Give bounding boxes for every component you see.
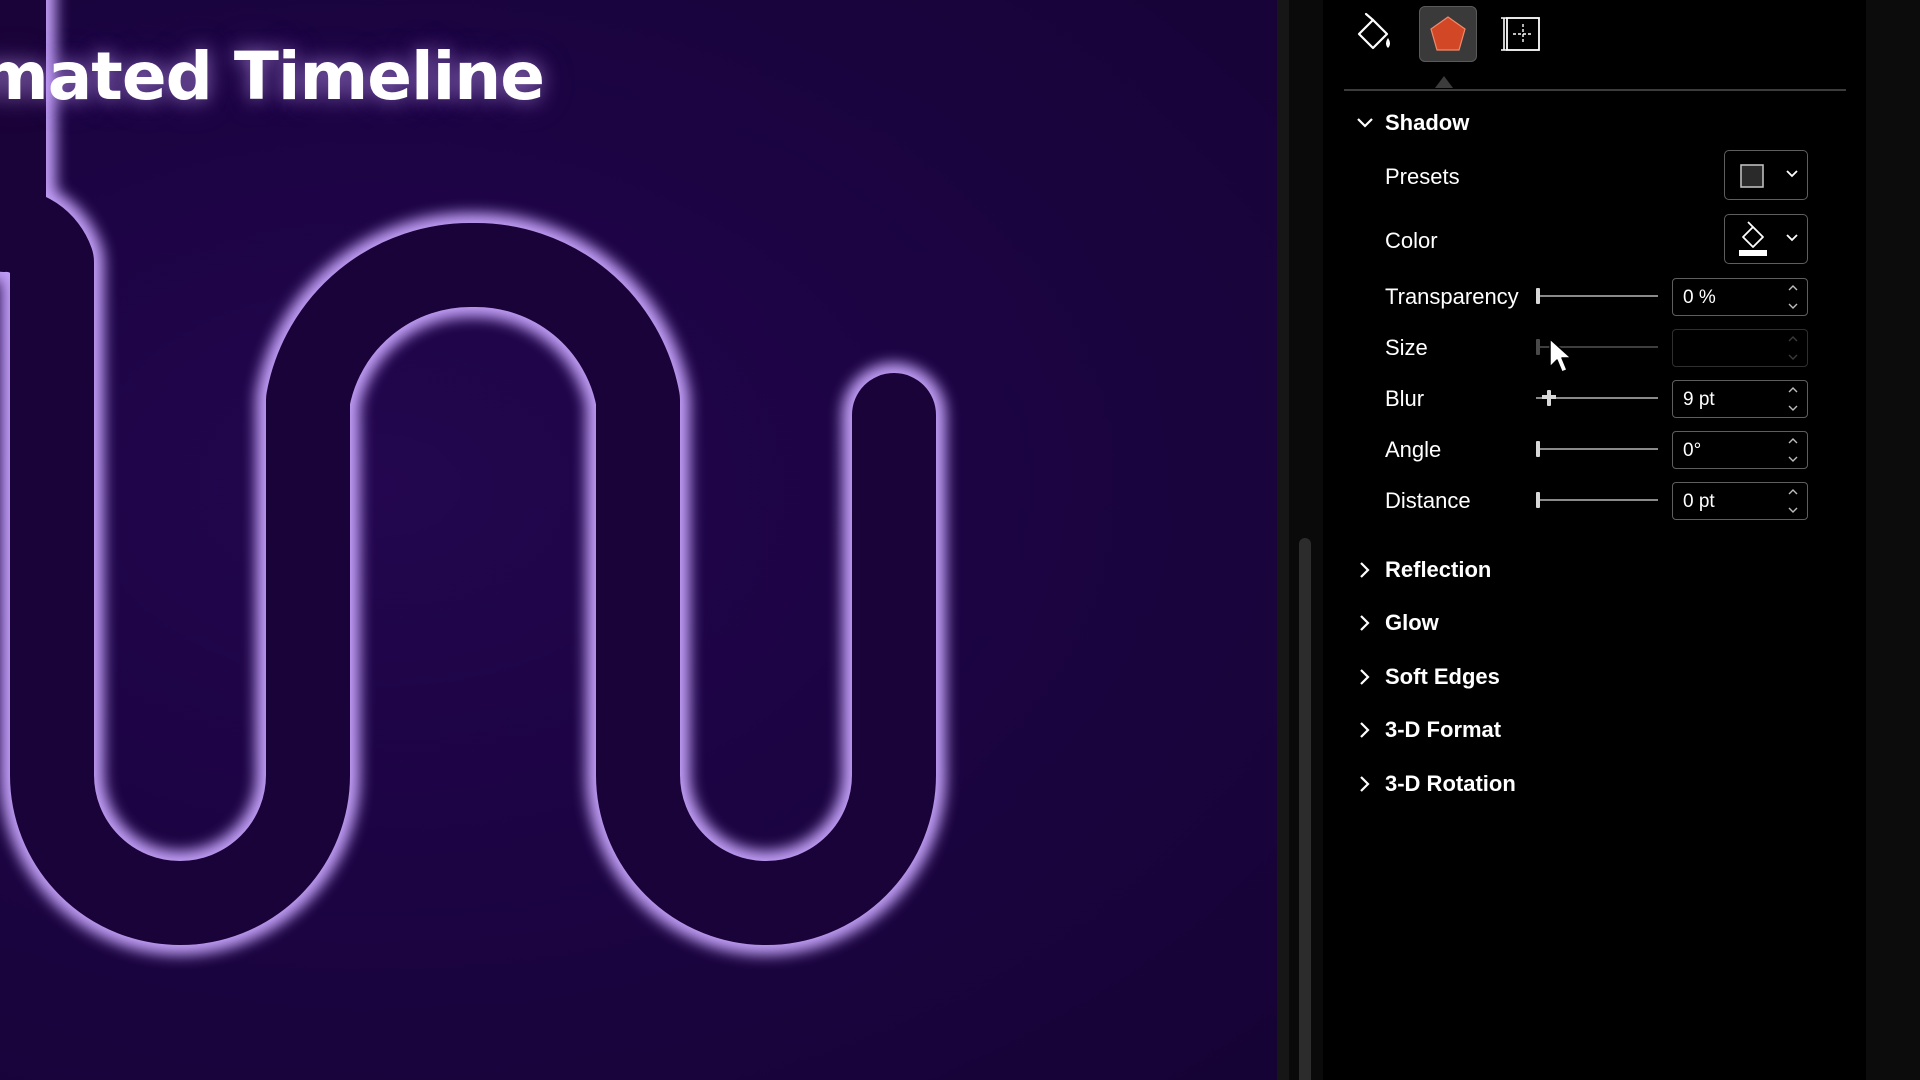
slider-thumb[interactable]	[1536, 339, 1540, 355]
section-glow-header[interactable]: Glow	[1355, 610, 1439, 636]
chevron-right-icon	[1360, 669, 1370, 685]
scrollbar-thumb[interactable]	[1299, 538, 1311, 1080]
chevron-right-icon	[1360, 615, 1370, 631]
mouse-cursor-icon	[1549, 338, 1572, 373]
section-glow-label: Glow	[1385, 610, 1439, 635]
distance-slider[interactable]	[1536, 490, 1658, 510]
size-properties-icon	[1501, 17, 1540, 51]
color-label: Color	[1385, 228, 1438, 253]
slide-title[interactable]: mated Timeline	[0, 38, 545, 115]
chevron-down-icon	[1357, 118, 1373, 128]
chevron-right-icon	[1360, 776, 1370, 792]
pane-splitter[interactable]	[1277, 0, 1289, 1080]
angle-slider[interactable]	[1536, 439, 1658, 459]
spinner-arrows-icon[interactable]	[1786, 486, 1800, 516]
section-3d-format-header[interactable]: 3-D Format	[1355, 717, 1501, 743]
size-label: Size	[1385, 335, 1428, 360]
tab-divider	[1344, 89, 1846, 91]
chevron-right-icon	[1360, 562, 1370, 578]
presets-label: Presets	[1385, 164, 1460, 189]
distance-input[interactable]: 0 pt	[1672, 482, 1808, 520]
section-reflection-header[interactable]: Reflection	[1355, 557, 1491, 583]
distance-label: Distance	[1385, 488, 1471, 513]
angle-input[interactable]: 0°	[1672, 431, 1808, 469]
section-soft-edges-header[interactable]: Soft Edges	[1355, 664, 1500, 690]
blur-slider[interactable]	[1536, 388, 1658, 408]
spinner-arrows-icon[interactable]	[1786, 435, 1800, 465]
pane-edge	[1866, 0, 1920, 1080]
transparency-label: Transparency	[1385, 284, 1519, 309]
spinner-arrows-icon[interactable]	[1786, 384, 1800, 414]
shadow-preset-icon	[1740, 164, 1764, 188]
transparency-slider[interactable]	[1536, 286, 1658, 306]
slider-thumb-crossbar	[1542, 395, 1556, 399]
presets-dropdown[interactable]	[1724, 150, 1808, 200]
shadow-color-dropdown[interactable]	[1724, 214, 1808, 264]
section-3d-rotation-header[interactable]: 3-D Rotation	[1355, 771, 1516, 797]
selected-tab-indicator	[1435, 76, 1453, 88]
slider-thumb[interactable]	[1536, 288, 1540, 304]
size-input[interactable]	[1672, 329, 1808, 367]
slider-thumb[interactable]	[1536, 441, 1540, 457]
tab-size-properties[interactable]	[1492, 6, 1550, 62]
blur-input[interactable]: 9 pt	[1672, 380, 1808, 418]
tab-fill-line[interactable]	[1344, 6, 1402, 62]
chevron-right-icon	[1360, 722, 1370, 738]
section-3d-format-label: 3-D Format	[1385, 717, 1502, 742]
spinner-arrows-icon[interactable]	[1786, 333, 1800, 363]
slider-thumb[interactable]	[1536, 492, 1540, 508]
blur-label: Blur	[1385, 386, 1425, 411]
slide-canvas[interactable]: mated Timeline	[0, 0, 1277, 1080]
angle-label: Angle	[1385, 437, 1442, 462]
section-shadow-label: Shadow	[1385, 110, 1470, 135]
section-3d-rotation-label: 3-D Rotation	[1385, 771, 1516, 796]
section-reflection-label: Reflection	[1385, 557, 1492, 582]
transparency-input[interactable]: 0 %	[1672, 278, 1808, 316]
paint-bucket-icon	[1739, 221, 1767, 256]
effects-pentagon-icon	[1430, 16, 1466, 51]
wave-timeline-shape[interactable]	[0, 0, 1277, 1080]
section-soft-edges-label: Soft Edges	[1385, 664, 1500, 689]
chevron-down-icon	[1786, 170, 1798, 178]
tab-effects[interactable]	[1419, 6, 1477, 62]
fill-line-icon	[1357, 12, 1390, 50]
chevron-down-icon	[1786, 234, 1798, 242]
section-shadow-header[interactable]: Shadow	[1355, 110, 1469, 136]
spinner-arrows-icon[interactable]	[1786, 282, 1800, 312]
